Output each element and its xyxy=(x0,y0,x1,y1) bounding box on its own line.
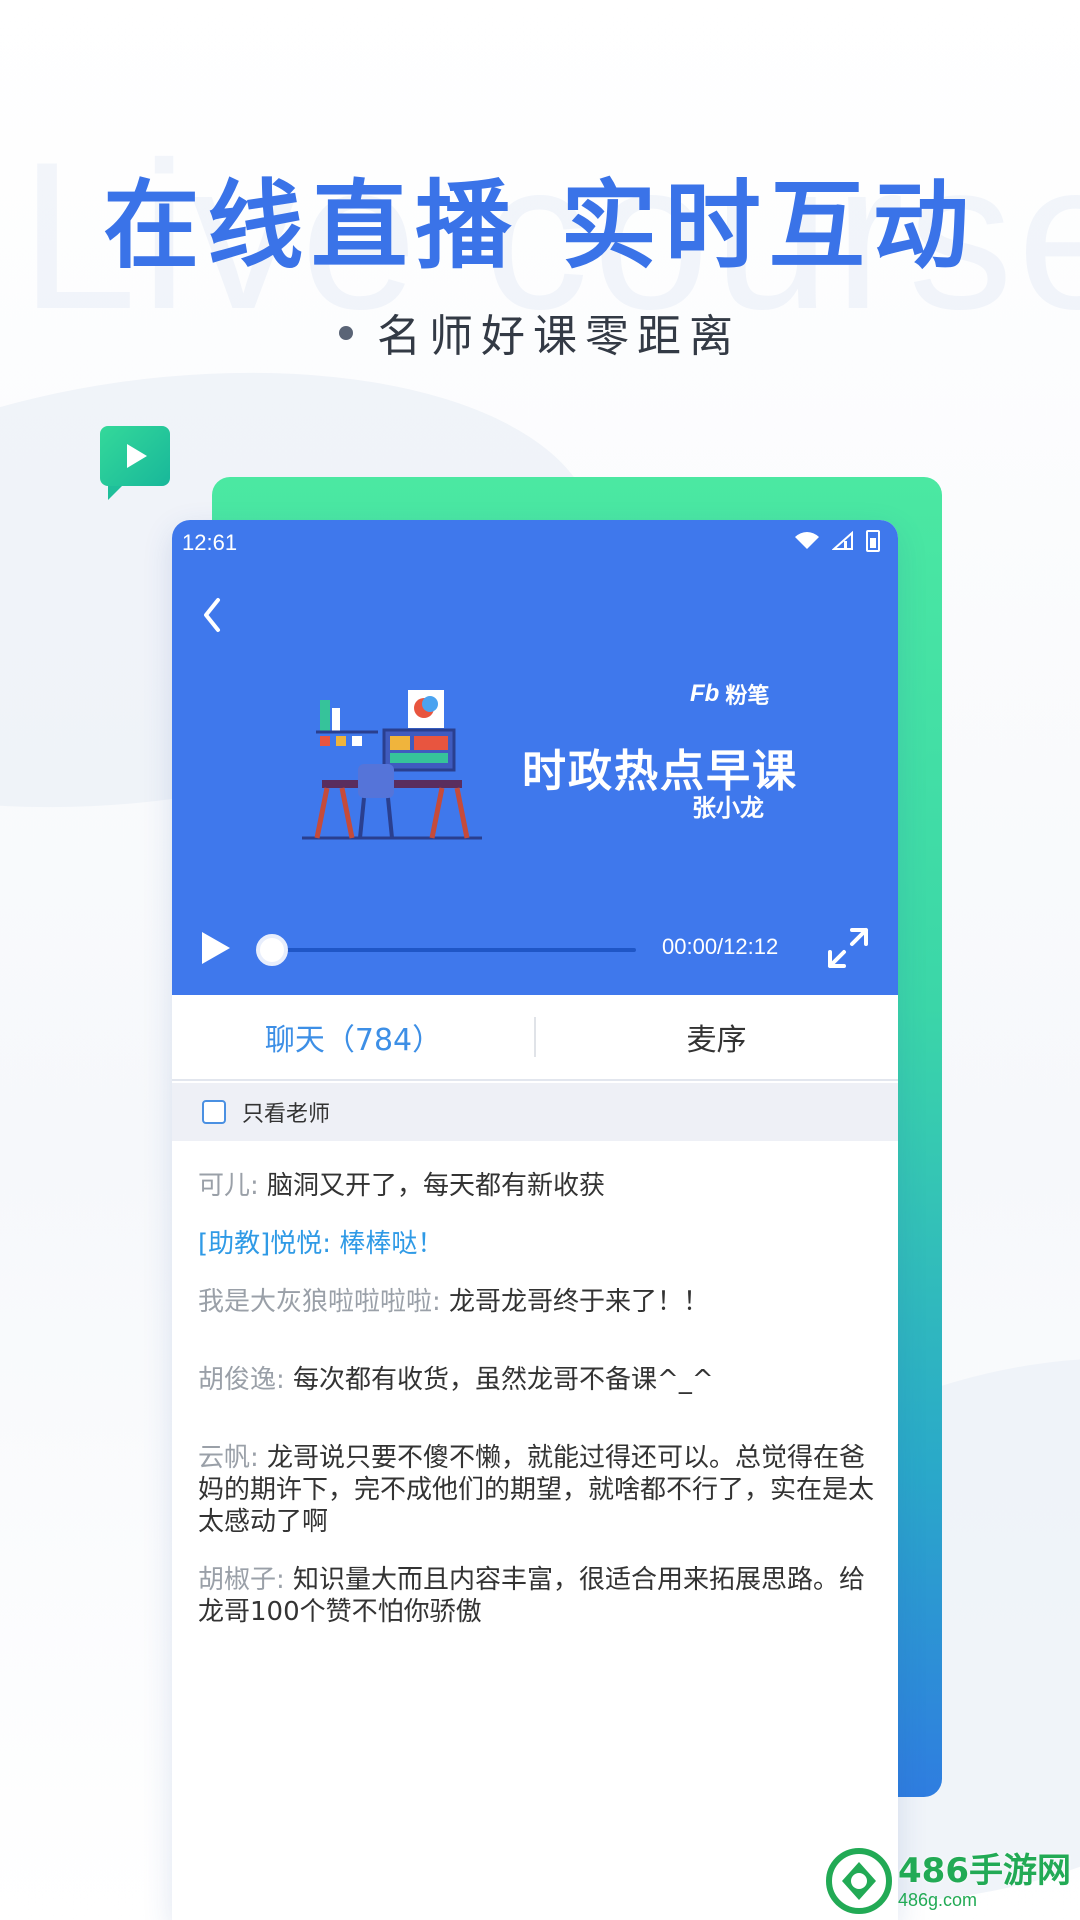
tab-chat[interactable]: 聊天（784） xyxy=(172,995,535,1079)
chat-sender: 胡俊逸: xyxy=(198,1365,285,1395)
fullscreen-icon[interactable] xyxy=(826,926,870,970)
desk-illustration xyxy=(302,690,482,840)
promo-subline-text: 名师好课零距离 xyxy=(377,311,741,362)
chat-message: 我是大灰狼啦啦啦啦: 龙哥龙哥终于来了！！ xyxy=(198,1286,878,1318)
status-time: 12:61 xyxy=(182,530,238,555)
brand-name: 粉笔 xyxy=(725,684,770,709)
chat-sender: 可儿: xyxy=(198,1171,259,1201)
teacher-only-label: 只看老师 xyxy=(242,1102,331,1127)
teacher-only-filter[interactable]: 只看老师 xyxy=(172,1083,898,1141)
site-name: 486手游网 xyxy=(898,1851,1071,1891)
signal-icon xyxy=(832,531,853,550)
status-icons xyxy=(794,530,880,552)
chat-text: 棒棒哒！ xyxy=(339,1229,444,1259)
site-text: 486手游网 486g.com xyxy=(898,1852,1071,1910)
chat-play-badge-icon xyxy=(100,426,170,500)
site-watermark: 486手游网 486g.com xyxy=(826,1848,1071,1914)
chat-sender: 胡椒子: xyxy=(198,1565,285,1595)
bullet-dot xyxy=(339,326,353,340)
time-readout: 00:00/12:12 xyxy=(662,934,779,959)
chat-text: 脑洞又开了，每天都有新收获 xyxy=(267,1171,606,1201)
battery-icon xyxy=(866,530,880,552)
phone-screen: 12:61 Fb 粉笔 时政热点早课 张小龙 00:00/12:12 聊天（78… xyxy=(172,520,898,1920)
brand-logo: Fb 粉笔 xyxy=(690,678,769,710)
chat-sender: [助教]悦悦: xyxy=(198,1229,332,1259)
video-player[interactable]: 12:61 Fb 粉笔 时政热点早课 张小龙 00:00/12:12 xyxy=(172,520,898,995)
site-url: 486g.com xyxy=(898,1890,978,1910)
chat-list: 可儿: 脑洞又开了，每天都有新收获 [助教]悦悦: 棒棒哒！ 我是大灰狼啦啦啦啦… xyxy=(198,1170,878,1654)
chat-message: 胡俊逸: 每次都有收货，虽然龙哥不备课^_^ xyxy=(198,1364,878,1396)
chat-message: 可儿: 脑洞又开了，每天都有新收获 xyxy=(198,1170,878,1202)
chat-message-staff: [助教]悦悦: 棒棒哒！ xyxy=(198,1228,878,1260)
progress-thumb[interactable] xyxy=(256,934,288,966)
chat-text: 龙哥说只要不傻不懒，就能过得还可以。总觉得在爸妈的期许下，完不成他们的期望，就啥… xyxy=(198,1443,875,1537)
chat-sender: 我是大灰狼啦啦啦啦: xyxy=(198,1287,441,1317)
chat-text: 每次都有收货，虽然龙哥不备课^_^ xyxy=(293,1365,714,1395)
chat-sender: 云帆: xyxy=(198,1443,259,1473)
fenbi-logo-icon: Fb xyxy=(690,680,720,707)
chat-text: 知识量大而且内容丰富，很适合用来拓展思路。给龙哥100个赞不怕你骄傲 xyxy=(198,1565,866,1627)
chat-message: 胡椒子: 知识量大而且内容丰富，很适合用来拓展思路。给龙哥100个赞不怕你骄傲 xyxy=(198,1564,878,1628)
play-icon[interactable] xyxy=(198,930,232,966)
promo-headline: 在线直播 实时互动 xyxy=(103,170,977,282)
course-teacher: 张小龙 xyxy=(692,794,764,822)
back-chevron-icon[interactable] xyxy=(198,590,228,640)
tab-bar: 聊天（784） 麦序 xyxy=(172,995,898,1081)
progress-bar[interactable] xyxy=(256,934,636,966)
status-bar: 12:61 xyxy=(172,520,898,564)
tab-mic-queue[interactable]: 麦序 xyxy=(535,995,898,1079)
chat-text: 龙哥龙哥终于来了！！ xyxy=(449,1287,710,1317)
promo-subline: 名师好课零距离 xyxy=(0,300,1080,364)
wifi-icon xyxy=(795,532,819,549)
teacher-only-checkbox[interactable] xyxy=(202,1100,226,1124)
chat-message: 云帆: 龙哥说只要不傻不懒，就能过得还可以。总觉得在爸妈的期许下，完不成他们的期… xyxy=(198,1442,878,1538)
site-logo-icon xyxy=(826,1848,892,1914)
